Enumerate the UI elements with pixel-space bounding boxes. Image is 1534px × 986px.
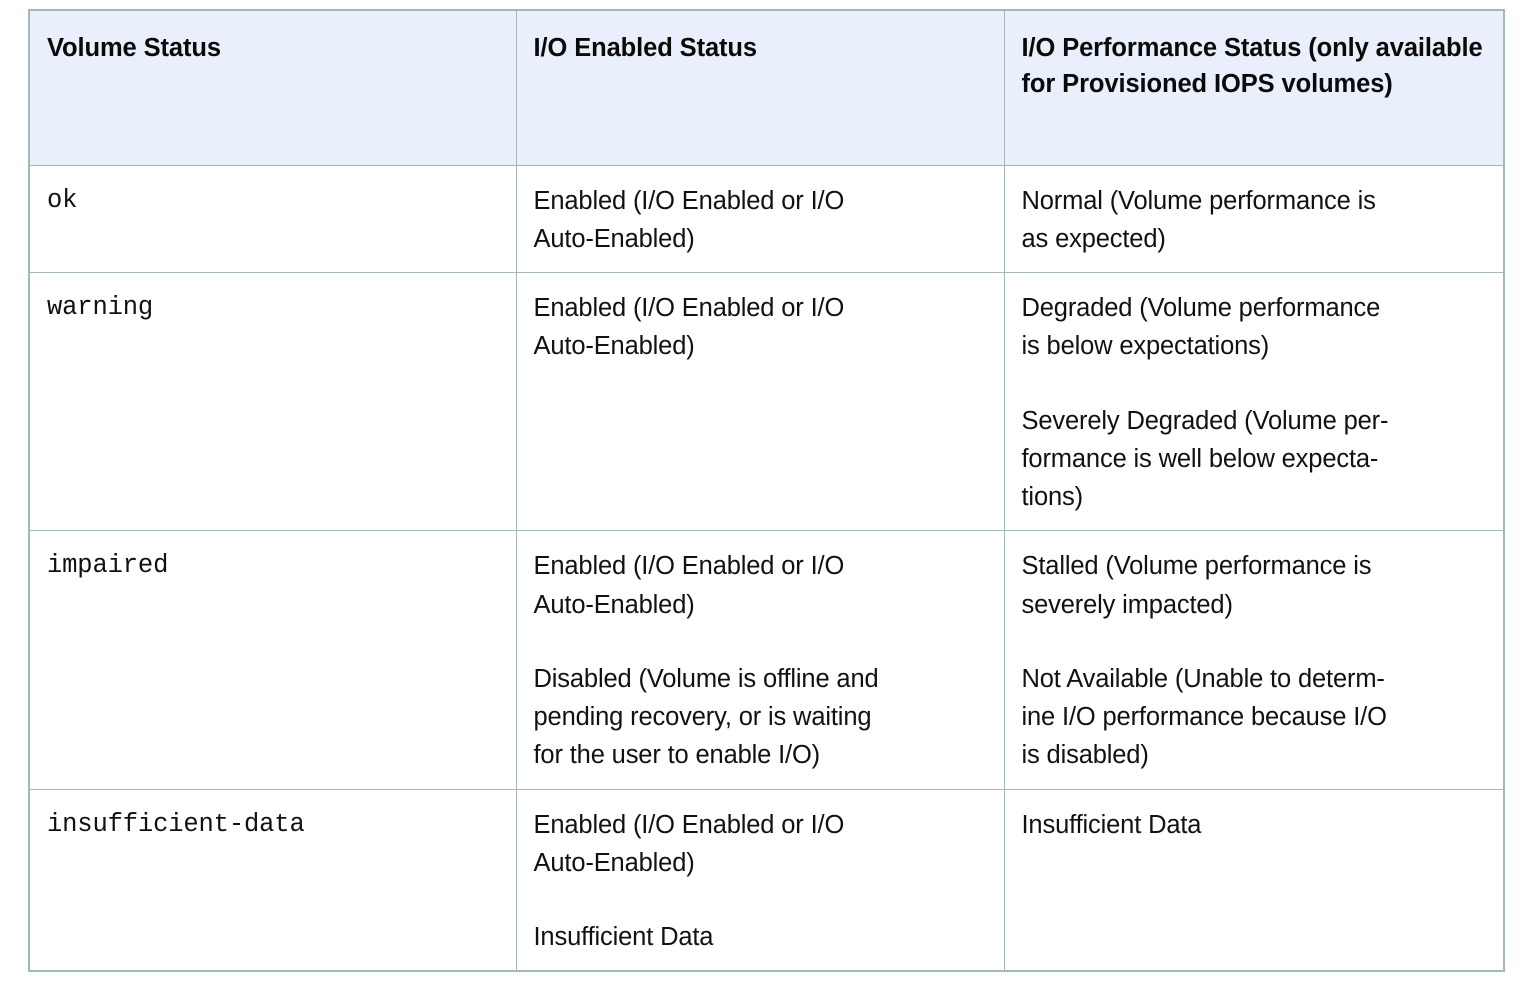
cell-io-enabled-status: Enabled (I/O Enabled or I/O Auto-Enabled… <box>515 530 1005 790</box>
cell-volume-status: insufficient-data <box>28 788 517 972</box>
column-header-volume-status: Volume Status <box>28 9 517 166</box>
table-header: Volume Status I/O Enabled Status I/O Per… <box>28 9 1505 166</box>
cell-paragraph: Disabled (Volume is offline and pending … <box>533 664 879 770</box>
column-header-io-enabled-status: I/O Enabled Status <box>515 9 1005 166</box>
table-header-row: Volume Status I/O Enabled Status I/O Per… <box>28 9 1505 166</box>
cell-paragraph: Severely Degraded (Volume per- formance … <box>1021 406 1389 512</box>
column-header-io-performance-status: I/O Performance Status (only available f… <box>1003 9 1505 166</box>
cell-io-performance-status: Degraded (Volume performance is below ex… <box>1003 271 1505 532</box>
cell-io-enabled-status: Enabled (I/O Enabled or I/O Auto-Enabled… <box>515 164 1005 273</box>
cell-io-performance-status: Normal (Volume performance is as expecte… <box>1003 164 1505 273</box>
cell-paragraph: Enabled (I/O Enabled or I/O Auto-Enabled… <box>533 552 845 619</box>
volume-status-table: Volume Status I/O Enabled Status I/O Per… <box>28 9 1505 973</box>
cell-paragraph: Stalled (Volume performance is severely … <box>1021 552 1372 619</box>
cell-paragraph: Enabled (I/O Enabled or I/O Auto-Enabled… <box>533 294 845 361</box>
cell-paragraph: Insufficient Data <box>1021 810 1202 839</box>
cell-paragraph: Degraded (Volume performance is below ex… <box>1021 294 1381 361</box>
cell-paragraph: Normal (Volume performance is as expecte… <box>1021 186 1376 253</box>
table-row: warning Enabled (I/O Enabled or I/O Auto… <box>28 271 1505 532</box>
cell-paragraph: Not Available (Unable to determ- ine I/O… <box>1021 664 1387 770</box>
cell-paragraph: Enabled (I/O Enabled or I/O Auto-Enabled… <box>533 186 845 253</box>
page-root: Volume Status I/O Enabled Status I/O Per… <box>0 0 1534 986</box>
cell-io-performance-status: Stalled (Volume performance is severely … <box>1003 530 1505 790</box>
table-row: ok Enabled (I/O Enabled or I/O Auto-Enab… <box>28 164 1505 273</box>
table-body: ok Enabled (I/O Enabled or I/O Auto-Enab… <box>28 164 1505 972</box>
cell-io-performance-status: Insufficient Data <box>1003 788 1505 972</box>
cell-volume-status: warning <box>28 271 517 532</box>
cell-io-enabled-status: Enabled (I/O Enabled or I/O Auto-Enabled… <box>515 788 1005 972</box>
cell-paragraph: Enabled (I/O Enabled or I/O Auto-Enabled… <box>533 810 845 877</box>
cell-paragraph: Insufficient Data <box>533 923 714 951</box>
table-row: insufficient-data Enabled (I/O Enabled o… <box>28 788 1505 972</box>
cell-volume-status: impaired <box>28 530 517 790</box>
table-row: impaired Enabled (I/O Enabled or I/O Aut… <box>28 530 1505 790</box>
cell-io-enabled-status: Enabled (I/O Enabled or I/O Auto-Enabled… <box>515 271 1005 532</box>
cell-volume-status: ok <box>28 164 517 273</box>
